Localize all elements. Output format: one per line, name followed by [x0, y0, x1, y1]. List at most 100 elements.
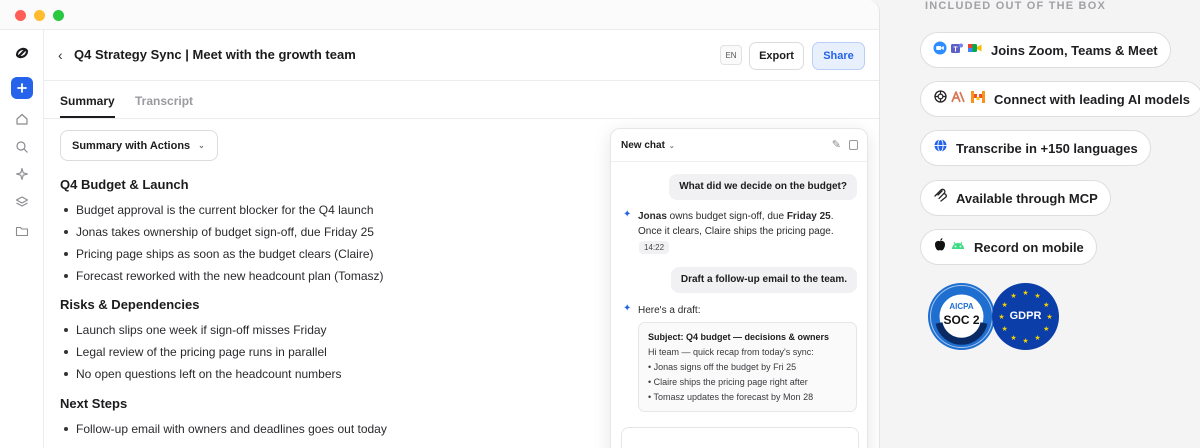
section-heading: Risks & Dependencies [60, 297, 200, 312]
folder-icon[interactable] [11, 220, 33, 242]
assistant-sparkle-icon: ✦ [623, 303, 632, 314]
gdpr-star: ★ [1022, 337, 1028, 345]
apple-icon [933, 237, 947, 257]
features-heading: INCLUDED OUT OF THE BOX [925, 0, 1106, 12]
gdpr-star: ★ [1043, 325, 1049, 333]
svg-text:T: T [953, 46, 958, 53]
tab-bar: Summary Transcript [44, 81, 879, 119]
mcp-icons [933, 188, 948, 208]
feature-label: Available through MCP [956, 190, 1098, 206]
feature-pill-ai-models: Connect with leading AI models [920, 81, 1200, 117]
language-icons [933, 138, 948, 158]
title-bar [0, 0, 879, 30]
feature-pill-meetings: T Joins Zoom, Teams & Meet [920, 32, 1171, 68]
feature-label: Connect with leading AI models [994, 91, 1190, 107]
draft-subject: Subject: Q4 budget — decisions & owners [648, 332, 830, 342]
gdpr-star: ★ [1002, 325, 1008, 333]
chevron-down-icon: ⌄ [198, 141, 205, 150]
user-message: Draft a follow-up email to the team. [670, 267, 857, 293]
list-item: Forecast reworked with the new headcount… [60, 265, 383, 287]
gdpr-star: ★ [1002, 301, 1008, 309]
user-message: What did we decide on the budget? [669, 174, 857, 200]
anthropic-icon [951, 90, 967, 109]
list-item: Legal review of the pricing page runs in… [60, 341, 342, 363]
list-item: Budget approval is the current blocker f… [60, 199, 383, 221]
home-icon[interactable] [11, 108, 33, 130]
tab-summary[interactable]: Summary [60, 94, 115, 118]
gdpr-star: ★ [1010, 334, 1016, 342]
meeting-header: ‹ Q4 Strategy Sync | Meet with the growt… [44, 30, 879, 81]
gdpr-star: ★ [1010, 292, 1016, 300]
teams-icon: T [950, 41, 964, 60]
feature-label: Joins Zoom, Teams & Meet [991, 42, 1158, 58]
list-item: Jonas takes ownership of budget sign-off… [60, 221, 383, 243]
due-date: Friday 25 [786, 211, 831, 222]
message-timestamp: 14:22 [639, 241, 670, 254]
new-meeting-button[interactable] [11, 77, 33, 99]
draft-line: • Tomasz updates the forecast by Mon 28 [648, 392, 814, 402]
draft-line: Hi team — quick recap from today's sync: [648, 347, 814, 357]
app-logo-icon[interactable] [11, 42, 33, 64]
mcp-icon [933, 188, 948, 208]
bullet-list: Launch slips one week if sign-off misses… [60, 319, 342, 385]
tab-transcript[interactable]: Transcript [135, 94, 193, 108]
chevron-down-icon: ⌄ [668, 143, 675, 150]
openai-icon [933, 89, 948, 109]
summary-type-value: Summary with Actions [72, 139, 191, 152]
zoom-window-button[interactable] [53, 10, 64, 21]
chat-panel: New chat ⌄ ✎ What did we decide on the bu… [610, 128, 868, 448]
mobile-platform-icons [933, 237, 966, 257]
feature-pill-mcp: Available through MCP [920, 180, 1111, 216]
assistant-sparkle-icon: ✦ [623, 209, 632, 220]
feature-label: Record on mobile [974, 239, 1084, 255]
gdpr-star: ★ [1043, 301, 1049, 309]
draft-line: • Claire ships the pricing page right af… [648, 377, 808, 387]
search-icon[interactable] [11, 136, 33, 158]
copy-icon[interactable] [849, 140, 858, 150]
layers-icon[interactable] [11, 191, 33, 213]
assistant-message: Jonas owns budget sign-off, due Friday 2… [638, 209, 860, 239]
back-chevron-icon[interactable]: ‹ [58, 47, 63, 63]
ai-model-icons [933, 89, 986, 109]
meeting-app-icons: T [933, 41, 983, 60]
draft-line: • Jonas signs off the budget by Fri 25 [648, 362, 797, 372]
sidebar-rail [0, 30, 44, 448]
section-heading: Next Steps [60, 396, 128, 411]
bullet-list: Budget approval is the current blocker f… [60, 199, 383, 287]
share-button[interactable]: Share [812, 42, 865, 70]
meeting-title: Q4 Strategy Sync | Meet with the growth … [74, 47, 356, 62]
chat-input[interactable] [621, 427, 859, 448]
feature-pill-mobile: Record on mobile [920, 229, 1097, 265]
gdpr-label: GDPR [1009, 310, 1042, 322]
language-badge[interactable]: EN [720, 45, 742, 65]
reply-text: owns budget sign-off, due [666, 211, 787, 222]
chat-title-select[interactable]: New chat ⌄ [621, 140, 675, 151]
edit-icon[interactable]: ✎ [832, 138, 841, 151]
sparkle-icon[interactable] [11, 163, 33, 185]
feature-pill-languages: Transcribe in +150 languages [920, 130, 1151, 166]
gdpr-star: ★ [1034, 292, 1040, 300]
bullet-list: Follow-up email with owners and deadline… [60, 418, 387, 440]
gdpr-badge: ★ ★ ★ ★ ★ ★ ★ ★ ★ ★ ★ ★ GDPR [992, 283, 1059, 350]
assistant-message: Here's a draft: [638, 305, 701, 316]
list-item: No open questions left on the headcount … [60, 363, 342, 385]
gdpr-star: ★ [1022, 289, 1028, 297]
list-item: Pricing page ships as soon as the budget… [60, 243, 383, 265]
close-window-button[interactable] [15, 10, 26, 21]
list-item: Follow-up email with owners and deadline… [60, 418, 387, 440]
android-icon [950, 238, 966, 257]
gdpr-star: ★ [1034, 334, 1040, 342]
owner-name: Jonas [638, 211, 667, 222]
chat-header: New chat ⌄ ✎ [611, 129, 867, 162]
feature-label: Transcribe in +150 languages [956, 140, 1138, 156]
section-heading: Q4 Budget & Launch [60, 177, 189, 192]
summary-type-select[interactable]: Summary with Actions ⌄ [60, 130, 218, 161]
soc2-label: SOC 2 [943, 313, 980, 327]
email-draft-card[interactable]: Subject: Q4 budget — decisions & owners … [638, 322, 857, 412]
list-item: Launch slips one week if sign-off misses… [60, 319, 342, 341]
chat-title: New chat [621, 140, 665, 151]
zoom-icon [933, 41, 947, 60]
export-button[interactable]: Export [749, 42, 804, 70]
minimize-window-button[interactable] [34, 10, 45, 21]
soc2-top-label: AICPA [949, 302, 974, 311]
